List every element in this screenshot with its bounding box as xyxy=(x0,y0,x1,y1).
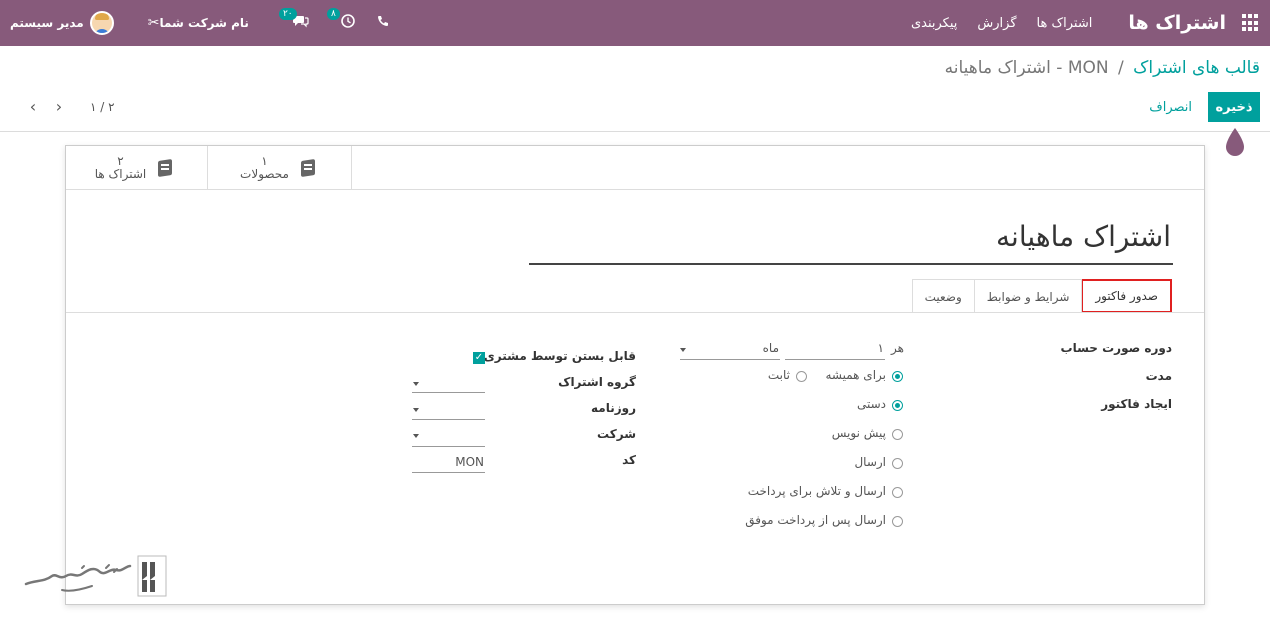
app-brand[interactable]: اشتراک ها xyxy=(1128,12,1226,34)
products-stat-button[interactable]: ۱ محصولات xyxy=(208,146,352,190)
chevron-down-icon xyxy=(413,382,419,386)
smart-button-box: ۱ محصولات ۲ اشتراک ها xyxy=(66,146,1204,190)
message-count-badge: ۲۰ xyxy=(278,8,297,20)
subscription-group-select[interactable] xyxy=(412,392,485,393)
pager-value[interactable]: ۱ / ۲ xyxy=(90,100,115,114)
breadcrumb-separator: / xyxy=(1118,58,1124,78)
invoicing-draft-label: پیش نویس xyxy=(831,426,886,440)
avatar xyxy=(89,11,114,35)
invoicing-send-radio[interactable] xyxy=(892,458,903,469)
pager-previous-button[interactable]: ‹ xyxy=(20,97,46,116)
form-sheet: ۱ محصولات ۲ اشتراک ها اشتراک ماهیانه صدو… xyxy=(65,145,1205,605)
company-switcher[interactable]: نام شرکت شما ✂ xyxy=(140,15,249,31)
title-underline xyxy=(529,263,1173,265)
duration-fixed-radio[interactable] xyxy=(796,371,807,382)
discard-button[interactable]: انصراف xyxy=(1139,92,1202,122)
invoicing-send-try-pay-radio[interactable] xyxy=(892,487,903,498)
every-value-underline xyxy=(785,359,885,360)
duration-label: مدت xyxy=(1145,369,1172,383)
menu-reporting[interactable]: گزارش xyxy=(977,16,1016,31)
duration-forever-radio[interactable] xyxy=(892,371,903,382)
systray: مدیر سیستم نام شرکت شما ✂ ۲۰ ۸ xyxy=(10,0,389,46)
pager: ‹ › ۱ / ۲ xyxy=(20,97,115,116)
drop-icon xyxy=(1226,128,1244,156)
activity-count-badge: ۸ xyxy=(326,8,340,20)
tools-icon: ✂ xyxy=(147,15,160,31)
tab-status[interactable]: وضعیت xyxy=(911,279,975,313)
book-icon xyxy=(156,159,176,177)
breadcrumb: قالب های اشتراک / MON - اشتراک ماهیانه xyxy=(945,58,1260,78)
code-input[interactable]: MON xyxy=(455,455,484,469)
invoicing-manual-radio[interactable] xyxy=(892,400,903,411)
products-label: محصولات xyxy=(240,167,289,181)
save-button[interactable]: ذخیره xyxy=(1208,92,1260,122)
subscriptions-stat-button[interactable]: ۲ اشتراک ها xyxy=(64,146,208,190)
watermark-logo xyxy=(24,555,167,597)
clock-icon[interactable]: ۸ xyxy=(326,8,355,32)
closable-label: قابل بستن توسط مشتری xyxy=(483,349,636,363)
user-name: مدیر سیستم xyxy=(10,16,84,30)
tab-terms[interactable]: شرایط و ضوابط xyxy=(973,279,1083,313)
invoicing-send-after-pay-radio[interactable] xyxy=(892,516,903,527)
pager-next-button[interactable]: › xyxy=(46,97,72,116)
company-label: شرکت xyxy=(597,427,636,441)
invoicing-draft-radio[interactable] xyxy=(892,429,903,440)
phone-icon[interactable] xyxy=(377,15,389,31)
breadcrumb-current: MON - اشتراک ماهیانه xyxy=(944,58,1109,78)
subscriptions-label: اشتراک ها xyxy=(94,167,147,181)
every-label: هر xyxy=(891,341,904,355)
code-underline xyxy=(412,472,485,473)
apps-icon[interactable] xyxy=(1240,14,1258,32)
chevron-down-icon xyxy=(413,434,419,438)
record-title[interactable]: اشتراک ماهیانه xyxy=(996,220,1171,253)
invoicing-label: ایجاد فاکتور xyxy=(1101,397,1172,411)
chat-icon[interactable]: ۲۰ xyxy=(278,8,309,32)
tab-invoicing[interactable]: صدور فاکتور xyxy=(1081,279,1172,313)
invoicing-send-after-pay-label: ارسال پس از پرداخت موفق xyxy=(745,513,886,527)
code-label: کد xyxy=(622,453,636,467)
period-unit-select[interactable]: ماه xyxy=(763,341,779,355)
menu-configuration[interactable]: پیکربندی xyxy=(911,16,957,31)
company-select[interactable] xyxy=(412,446,485,447)
every-value-input[interactable]: ۱ xyxy=(878,341,884,355)
user-menu[interactable]: مدیر سیستم xyxy=(10,11,114,35)
top-navbar: اشتراک ها اشتراک ها گزارش پیکربندی مدیر … xyxy=(0,0,1270,46)
menu-subscriptions[interactable]: اشتراک ها xyxy=(1037,16,1093,31)
company-name: نام شرکت شما xyxy=(159,16,249,30)
journal-label: روزنامه xyxy=(591,401,636,415)
chevron-down-icon xyxy=(413,408,419,412)
closable-checkbox[interactable]: ✓ xyxy=(473,352,485,364)
chevron-down-icon xyxy=(680,348,686,352)
invoicing-send-label: ارسال xyxy=(854,455,886,469)
invoicing-manual-label: دستی xyxy=(856,397,886,411)
subscription-group-label: گروه اشتراک xyxy=(558,375,636,389)
breadcrumb-parent-link[interactable]: قالب های اشتراک xyxy=(1133,58,1260,78)
duration-forever-label: برای همیشه xyxy=(825,368,886,382)
duration-fixed-label: ثابت xyxy=(767,368,790,382)
journal-select[interactable] xyxy=(412,419,485,420)
billing-period-label: دوره صورت حساب xyxy=(1060,341,1172,355)
book-icon xyxy=(299,159,319,177)
period-unit-underline xyxy=(680,359,780,360)
control-panel-divider xyxy=(0,131,1270,132)
invoicing-send-try-pay-label: ارسال و تلاش برای پرداخت xyxy=(747,484,886,498)
form-tabs: صدور فاکتور شرایط و ضوابط وضعیت xyxy=(911,279,1172,313)
tabs-divider xyxy=(66,312,1204,313)
